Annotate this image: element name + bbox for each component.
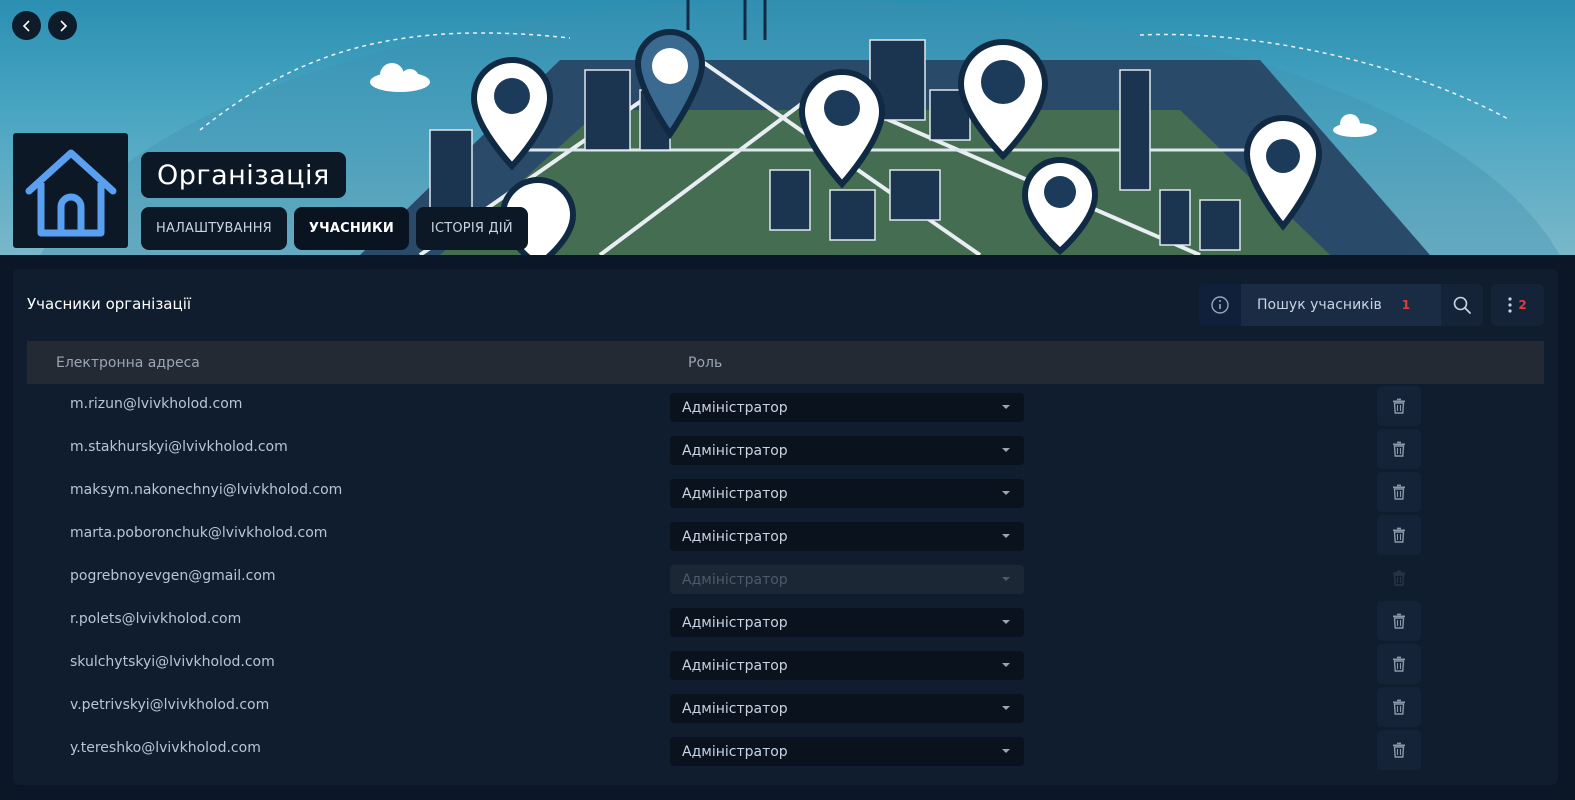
table-row: m.rizun@lvivkholod.com Адміністратор [27, 384, 1544, 427]
back-button[interactable] [12, 11, 41, 40]
info-icon [1211, 296, 1229, 314]
search-input[interactable]: Пошук учасників 1 [1241, 284, 1441, 326]
trash-icon [1393, 656, 1405, 672]
search-placeholder: Пошук учасників [1257, 297, 1382, 313]
dropdown-caret-icon [1002, 706, 1010, 710]
member-email: m.stakhurskyi@lvivkholod.com [70, 439, 288, 455]
dropdown-caret-icon [1002, 405, 1010, 409]
role-value: Адміністратор [682, 528, 788, 545]
tab-settings[interactable]: НАЛАШТУВАННЯ [141, 207, 287, 250]
trash-icon [1393, 742, 1405, 758]
members-card: Учасники організації Пошук учасників 1 2… [13, 269, 1558, 785]
role-value: Адміністратор [682, 399, 788, 416]
table-header: Електронна адреса Роль [27, 341, 1544, 384]
dropdown-caret-icon [1002, 663, 1010, 667]
table-row: pogrebnoyevgen@gmail.com Адміністратор [27, 556, 1544, 599]
members-table-body: m.rizun@lvivkholod.com Адміністратор m.s… [27, 384, 1544, 771]
search-icon [1453, 296, 1471, 314]
role-select[interactable]: Адміністратор [670, 608, 1024, 637]
role-value: Адміністратор [682, 743, 788, 760]
dropdown-caret-icon [1002, 749, 1010, 753]
dropdown-caret-icon [1002, 620, 1010, 624]
delete-member-button[interactable] [1377, 429, 1421, 469]
role-select[interactable]: Адміністратор [670, 393, 1024, 422]
table-row: r.polets@lvivkholod.com Адміністратор [27, 599, 1544, 642]
member-email: v.petrivskyi@lvivkholod.com [70, 697, 270, 713]
dropdown-caret-icon [1002, 491, 1010, 495]
trash-icon [1393, 613, 1405, 629]
role-value: Адміністратор [682, 657, 788, 674]
tab-bar: НАЛАШТУВАННЯ УЧАСНИКИ ІСТОРІЯ ДІЙ [141, 207, 528, 250]
dropdown-caret-icon [1002, 577, 1010, 581]
menu-badge: 2 [1518, 298, 1527, 312]
role-select[interactable]: Адміністратор [670, 522, 1024, 551]
role-select[interactable]: Адміністратор [670, 694, 1024, 723]
search-button[interactable] [1441, 284, 1483, 326]
role-value: Адміністратор [682, 485, 788, 502]
trash-icon [1393, 570, 1405, 586]
delete-member-button[interactable] [1377, 644, 1421, 684]
column-email: Електронна адреса [56, 354, 200, 371]
member-email: pogrebnoyevgen@gmail.com [70, 568, 276, 584]
role-value: Адміністратор [682, 614, 788, 631]
more-menu-button[interactable]: 2 [1491, 284, 1544, 326]
member-email: m.rizun@lvivkholod.com [70, 396, 243, 412]
table-row: maksym.nakonechnyi@lvivkholod.com Адміні… [27, 470, 1544, 513]
tab-history[interactable]: ІСТОРІЯ ДІЙ [415, 207, 528, 250]
forward-button[interactable] [48, 11, 77, 40]
delete-member-button[interactable] [1377, 687, 1421, 727]
search-group: Пошук учасників 1 [1199, 284, 1483, 326]
member-email: y.tereshko@lvivkholod.com [70, 740, 261, 756]
member-email: marta.poboronchuk@lvivkholod.com [70, 525, 328, 541]
dropdown-caret-icon [1002, 448, 1010, 452]
trash-icon [1393, 398, 1405, 414]
table-row: marta.poboronchuk@lvivkholod.com Адмініс… [27, 513, 1544, 556]
member-email: skulchytskyi@lvivkholod.com [70, 654, 275, 670]
role-select[interactable]: Адміністратор [670, 651, 1024, 680]
table-row: skulchytskyi@lvivkholod.com Адміністрато… [27, 642, 1544, 685]
members-title: Учасники організації [27, 295, 192, 313]
trash-icon [1393, 699, 1405, 715]
info-button[interactable] [1199, 284, 1241, 326]
house-icon [25, 149, 116, 236]
page-title: Організація [141, 152, 346, 198]
role-select[interactable]: Адміністратор [670, 737, 1024, 766]
role-value: Адміністратор [682, 571, 788, 588]
tab-members[interactable]: УЧАСНИКИ [293, 207, 409, 250]
more-vertical-icon [1508, 297, 1512, 313]
delete-member-button[interactable] [1377, 730, 1421, 770]
members-toolbar: Пошук учасників 1 2 [1199, 284, 1544, 326]
search-badge: 1 [1401, 298, 1411, 312]
trash-icon [1393, 527, 1405, 543]
role-select: Адміністратор [670, 565, 1024, 594]
table-row: m.stakhurskyi@lvivkholod.com Адміністрат… [27, 427, 1544, 470]
delete-member-button[interactable] [1377, 386, 1421, 426]
org-avatar [13, 133, 128, 248]
chevron-left-icon [22, 19, 30, 32]
dropdown-caret-icon [1002, 534, 1010, 538]
member-email: r.polets@lvivkholod.com [70, 611, 242, 627]
column-role: Роль [688, 354, 723, 371]
role-select[interactable]: Адміністратор [670, 436, 1024, 465]
delete-member-button[interactable] [1377, 515, 1421, 555]
delete-member-button [1377, 558, 1421, 598]
member-email: maksym.nakonechnyi@lvivkholod.com [70, 482, 343, 498]
table-row: v.petrivskyi@lvivkholod.com Адміністрато… [27, 685, 1544, 728]
trash-icon [1393, 484, 1405, 500]
trash-icon [1393, 441, 1405, 457]
header-banner: Організація НАЛАШТУВАННЯ УЧАСНИКИ ІСТОРІ… [0, 0, 1575, 255]
delete-member-button[interactable] [1377, 601, 1421, 641]
chevron-right-icon [59, 19, 67, 32]
role-select[interactable]: Адміністратор [670, 479, 1024, 508]
delete-member-button[interactable] [1377, 472, 1421, 512]
role-value: Адміністратор [682, 442, 788, 459]
table-row: y.tereshko@lvivkholod.com Адміністратор [27, 728, 1544, 771]
role-value: Адміністратор [682, 700, 788, 717]
